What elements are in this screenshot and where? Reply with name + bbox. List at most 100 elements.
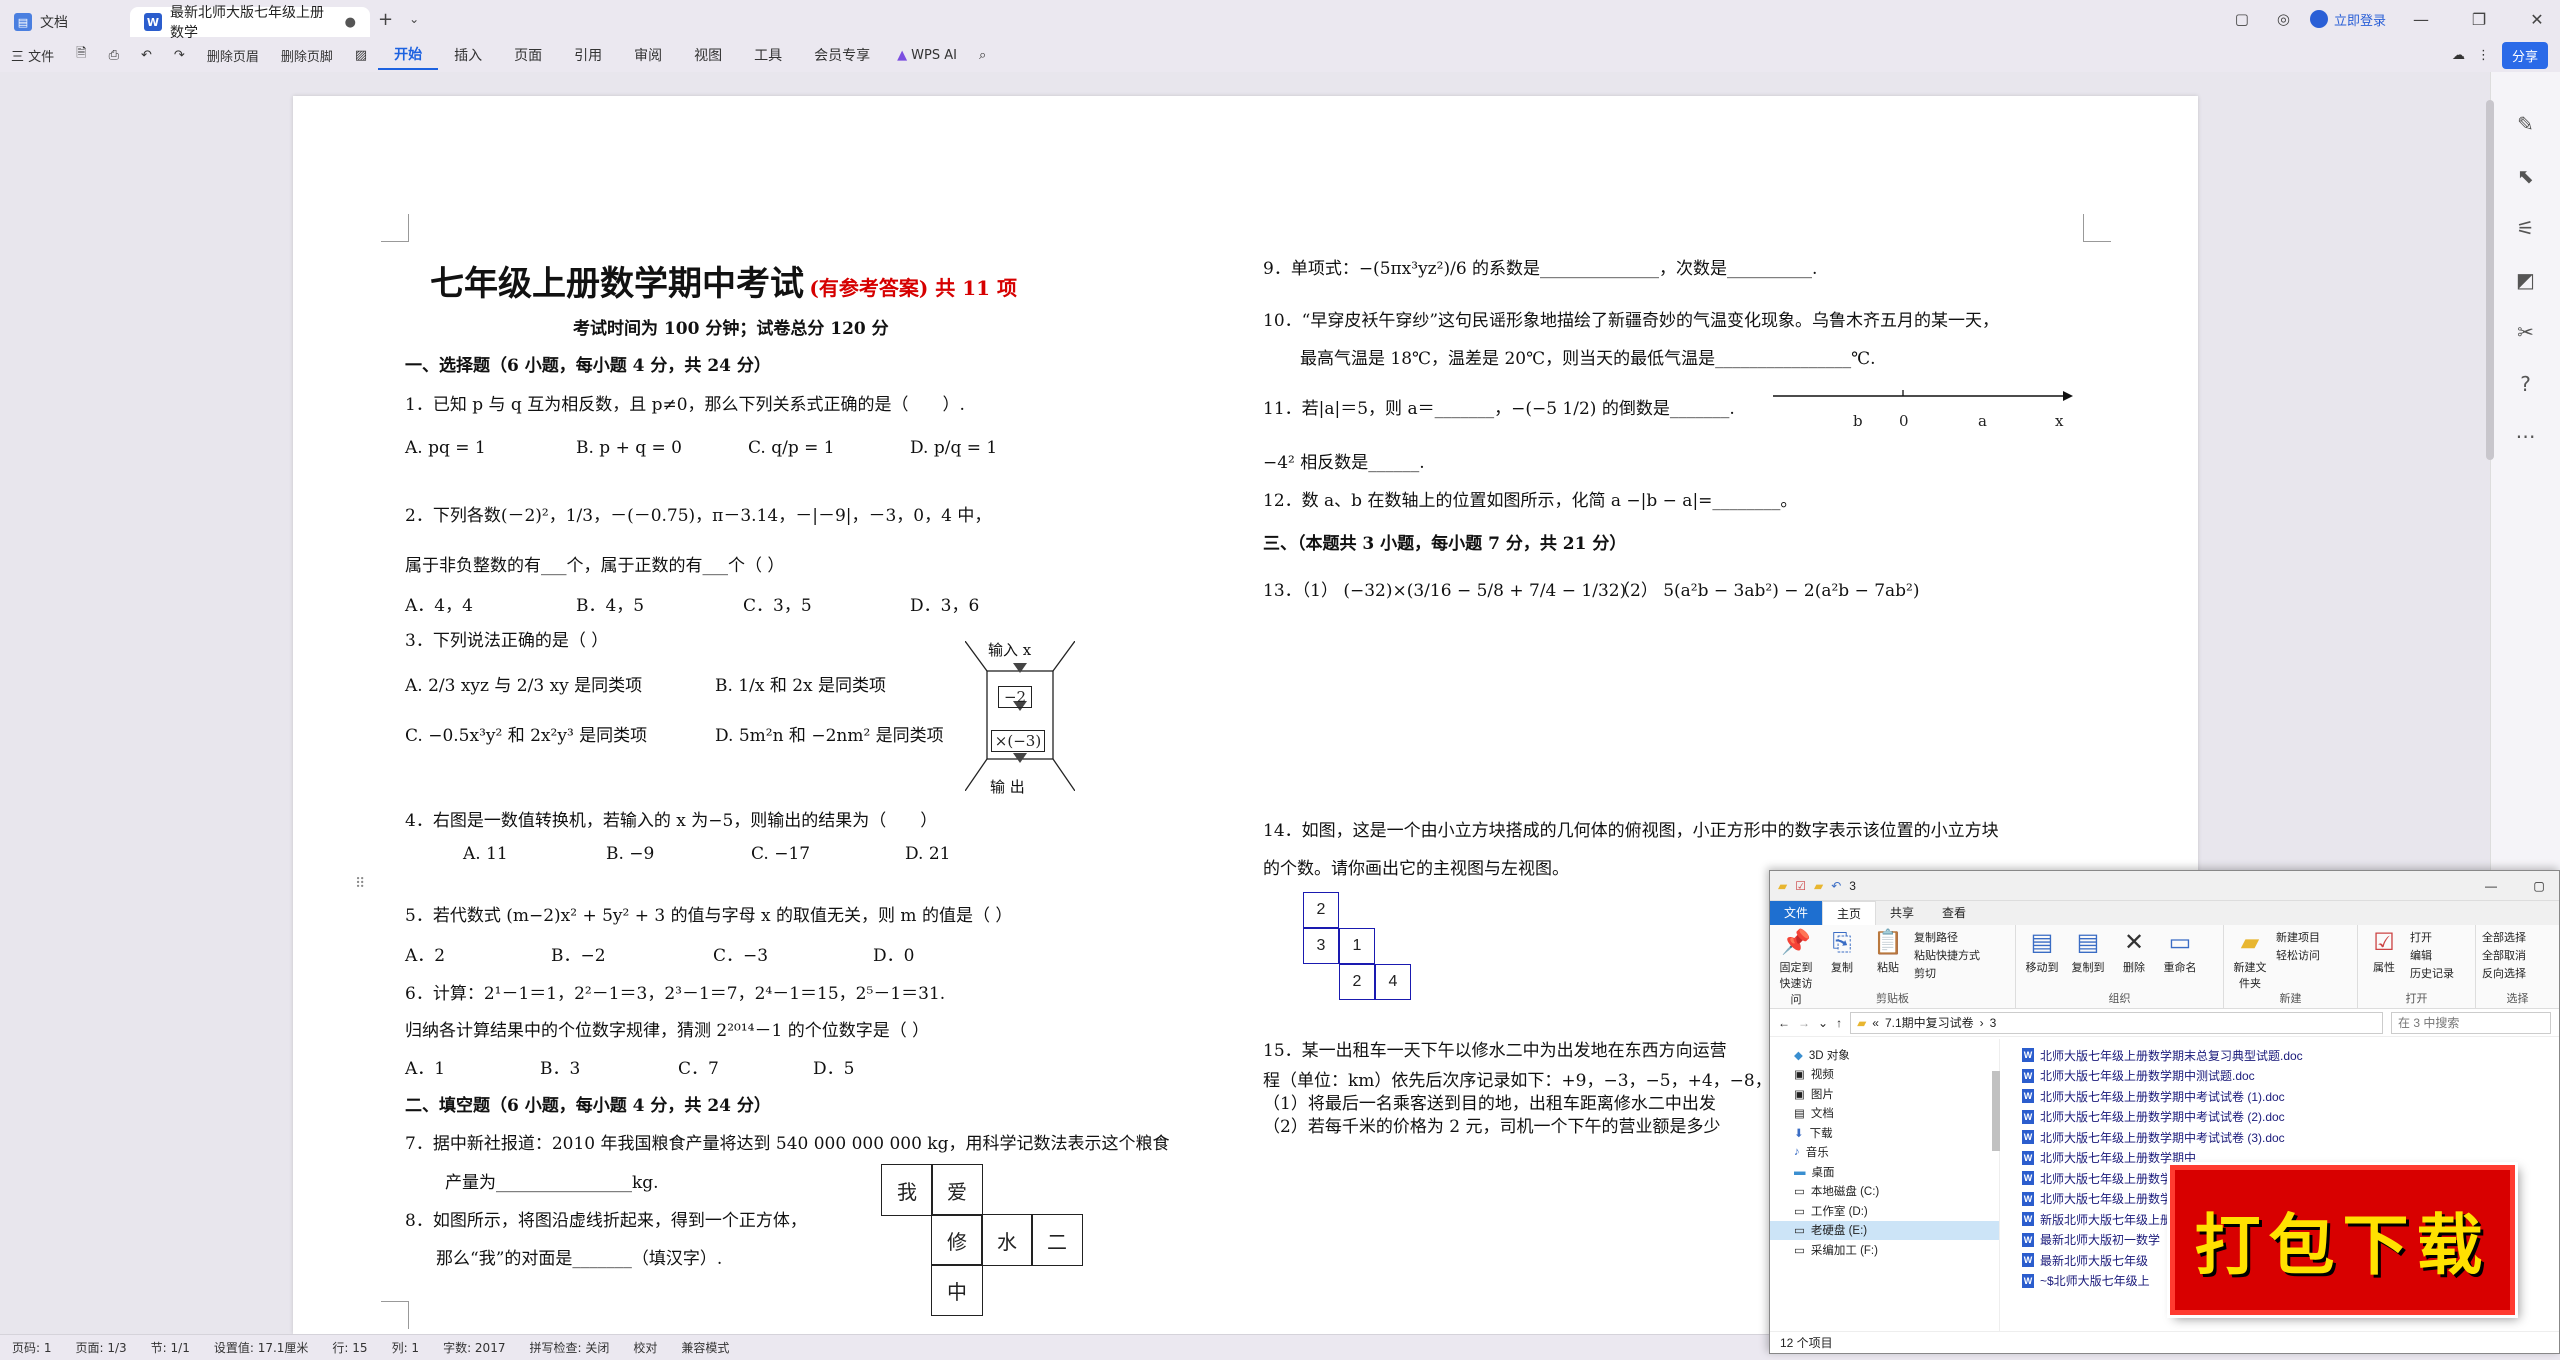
tab-reference[interactable]: 引用: [558, 45, 618, 65]
nav-item-drive-e[interactable]: ▭ 老硬盘 (E:): [1770, 1220, 1999, 1240]
new-item-button[interactable]: 新建项目: [2276, 929, 2320, 947]
nav-item-drive-c[interactable]: ▭ 本地磁盘 (C:): [1770, 1182, 1999, 1202]
style-icon[interactable]: ◩: [2516, 268, 2535, 292]
tab-list-chevron-icon[interactable]: ⌄: [401, 12, 427, 26]
explorer-maximize-icon[interactable]: ▢: [2519, 879, 2559, 893]
list-item[interactable]: W 北师大版七年级上册数学期末总复习典型试题.doc: [2008, 1045, 2559, 1066]
wps-ai-button[interactable]: ▲ WPS AI: [886, 48, 968, 63]
tab-document-active[interactable]: W 最新北师大版七年级上册数学 ●: [130, 5, 370, 41]
drag-handle-icon[interactable]: ⠿: [355, 876, 365, 892]
easy-access-button[interactable]: 轻松访问: [2276, 947, 2320, 965]
list-item[interactable]: W 北师大版七年级上册数学期中考试试卷 (3).doc: [2008, 1127, 2559, 1148]
new-tab-button[interactable]: +: [370, 9, 401, 30]
invert-selection-button[interactable]: 反向选择: [2482, 965, 2526, 983]
tab-insert[interactable]: 插入: [438, 45, 498, 65]
number-line-label-b: b: [1853, 412, 1863, 430]
cut-button[interactable]: 剪切: [1914, 965, 1980, 983]
q2-option-d: D．3，6: [910, 596, 980, 616]
up-icon[interactable]: ↑: [1836, 1016, 1842, 1030]
explorer-tab-view[interactable]: 查看: [1928, 901, 1980, 925]
explorer-tab-file[interactable]: 文件: [1770, 901, 1823, 925]
copy-path-button[interactable]: 复制路径: [1914, 929, 1980, 947]
nav-scrollbar[interactable]: [1992, 1071, 2000, 1151]
undo-quick-icon[interactable]: ↶: [1831, 879, 1841, 893]
skin-icon[interactable]: ◎: [2269, 10, 2298, 28]
tab-view[interactable]: 视图: [678, 45, 738, 65]
restore-icon[interactable]: ❐: [2456, 10, 2502, 29]
more-tools-icon[interactable]: ⋯: [2516, 424, 2536, 448]
help-icon[interactable]: ?: [2520, 372, 2531, 396]
close-window-icon[interactable]: ✕: [2514, 10, 2560, 29]
tab-tools[interactable]: 工具: [738, 45, 798, 65]
file-menu[interactable]: 三 文件: [0, 46, 65, 65]
move-to-label: 移动到: [2025, 962, 2059, 974]
nav-item-drive-f[interactable]: ▭ 采编加工 (F:): [1770, 1240, 1999, 1260]
print-icon[interactable]: ⎙: [98, 48, 130, 63]
question-13-part-2: （2） 5(a²b − 3ab²) − 2(a²b − 7ab²): [1613, 581, 1920, 601]
question-1: 1．已知 p 与 q 互为相反数，且 p≠0，那么下列关系式正确的是（ ）.: [405, 395, 965, 415]
back-icon[interactable]: ←: [1778, 1016, 1790, 1030]
number-line-label-x: x: [2055, 412, 2064, 430]
nav-label-desktop: 桌面: [1811, 1166, 1835, 1179]
list-item[interactable]: W 北师大版七年级上册数学期中考试试卷 (1).doc: [2008, 1086, 2559, 1107]
tab-documents[interactable]: ▤ 文档: [0, 7, 130, 37]
select-none-button[interactable]: 全部取消: [2482, 947, 2526, 965]
tab-home[interactable]: 开始: [378, 40, 439, 70]
download-badge[interactable]: 打包下载: [2170, 1165, 2515, 1315]
properties-quick-icon[interactable]: ☑: [1795, 879, 1806, 893]
list-item[interactable]: W 北师大版七年级上册数学期中考试试卷 (2).doc: [2008, 1107, 2559, 1128]
edit-button[interactable]: 编辑: [2410, 947, 2454, 965]
explorer-minimize-icon[interactable]: —: [2471, 879, 2511, 893]
delete-header-button[interactable]: 删除页眉: [196, 46, 270, 65]
address-bar[interactable]: ▰ « 7.1期中复习试卷 › 3: [1850, 1011, 2383, 1034]
status-spellcheck[interactable]: 拼写检查: 关闭: [517, 1339, 621, 1356]
format-icon[interactable]: ▨: [344, 48, 378, 63]
window-layout-icon[interactable]: ▢: [2227, 10, 2257, 28]
search-icon[interactable]: ⌕: [968, 48, 997, 63]
exam-title-note: (有参考答案) 共 11 项: [809, 276, 1018, 300]
minimize-icon[interactable]: —: [2398, 10, 2444, 29]
nav-item-drive-d[interactable]: ▭ 工作室 (D:): [1770, 1201, 1999, 1221]
vertical-scrollbar[interactable]: [2486, 100, 2494, 460]
paste-shortcut-button[interactable]: 粘贴快捷方式: [1914, 947, 1980, 965]
grid-cell-3: 1: [1339, 928, 1375, 964]
undo-icon[interactable]: ↶: [130, 48, 163, 63]
explorer-tab-home[interactable]: 主页: [1822, 901, 1877, 925]
status-pages[interactable]: 页面: 1/3: [64, 1339, 139, 1356]
list-item[interactable]: W 北师大版七年级上册数学期中测试题.doc: [2008, 1066, 2559, 1087]
tab-page[interactable]: 页面: [498, 45, 558, 65]
more-icon[interactable]: ⋮: [2477, 48, 2490, 63]
delete-footer-button[interactable]: 删除页脚: [270, 46, 344, 65]
history-chevron-icon[interactable]: ⌄: [1818, 1016, 1828, 1030]
redo-icon[interactable]: ↷: [163, 48, 196, 63]
pen-icon[interactable]: ✎: [2517, 112, 2534, 136]
tab-member[interactable]: 会员专享: [798, 45, 886, 65]
nav-item-pictures[interactable]: ▣ 图片: [1770, 1084, 1999, 1104]
share-button[interactable]: 分享: [2501, 41, 2548, 69]
tools-icon[interactable]: ✂: [2517, 320, 2534, 344]
new-folder-quick-icon[interactable]: ▰: [1814, 879, 1823, 893]
tab-close-icon[interactable]: ●: [345, 15, 356, 30]
explorer-search-input[interactable]: 在 3 中搜索: [2391, 1011, 2551, 1034]
nav-item-desktop[interactable]: ▬ 桌面: [1770, 1162, 1999, 1182]
open-button[interactable]: 打开: [2410, 929, 2454, 947]
nav-item-documents[interactable]: ▤ 文档: [1770, 1104, 1999, 1124]
save-icon[interactable]: 🗎: [65, 44, 97, 66]
nav-item-videos[interactable]: ▣ 视频: [1770, 1065, 1999, 1085]
nav-item-music[interactable]: ♪ 音乐: [1770, 1143, 1999, 1163]
nav-item-3d[interactable]: ◆ 3D 对象: [1770, 1045, 1999, 1065]
tab-review[interactable]: 审阅: [618, 45, 678, 65]
login-button[interactable]: 立即登录: [2309, 10, 2386, 29]
breadcrumb-parent[interactable]: 7.1期中复习试卷: [1885, 1014, 1974, 1031]
adjust-icon[interactable]: ⚟: [2517, 216, 2535, 240]
status-proof[interactable]: 校对: [621, 1339, 669, 1356]
forward-icon[interactable]: →: [1798, 1016, 1810, 1030]
select-icon[interactable]: ⬉: [2517, 164, 2534, 188]
breadcrumb-current[interactable]: 3: [1990, 1016, 1997, 1030]
cloud-sync-icon[interactable]: ☁: [2452, 48, 2465, 63]
status-words[interactable]: 字数: 2017: [431, 1339, 517, 1356]
history-button[interactable]: 历史记录: [2410, 965, 2454, 983]
explorer-tab-share[interactable]: 共享: [1876, 901, 1928, 925]
nav-item-downloads[interactable]: ⬇ 下载: [1770, 1123, 1999, 1143]
select-all-button[interactable]: 全部选择: [2482, 929, 2526, 947]
